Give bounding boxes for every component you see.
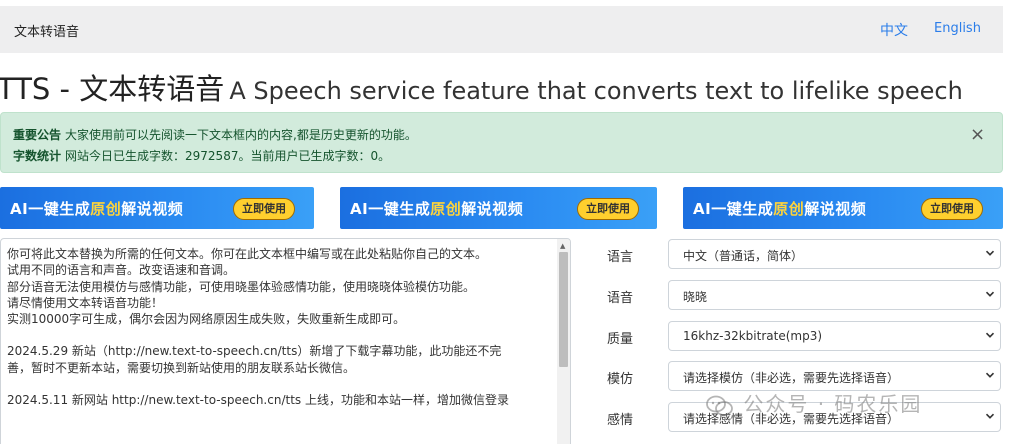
lang-link-chinese[interactable]: 中文 (880, 20, 908, 40)
banner-text-after: 解说视频 (804, 200, 867, 218)
banner-text-highlight: 原创 (90, 200, 122, 218)
text-line: 2024.5.29 新站（http://new.text-to-speech.c… (7, 344, 502, 359)
banner-text-before: AI一键生成 (350, 200, 431, 218)
text-area-scrollbar[interactable]: ▲ (557, 239, 570, 444)
banner-text-after: 解说视频 (121, 200, 184, 218)
lang-link-english[interactable]: English (934, 21, 981, 36)
banner-use-now-button[interactable]: 立即使用 (577, 198, 639, 220)
imitation-label: 模仿 (606, 372, 633, 387)
page-title: TTS - 文本转语音 A Speech service feature tha… (0, 68, 963, 115)
text-line: 试用不同的语言和声音。改变语速和音调。 (7, 263, 236, 278)
text-input-content[interactable]: 你可将此文本替换为所需的任何文本。你可在此文本框中编写或在此处粘贴你自己的文本。… (7, 246, 552, 408)
alert-stats-row: 字数统计 网站今日已生成字数：2972587。当前用户已生成字数：0。 (13, 147, 390, 164)
banner-text: AI一键生成原创解说视频 (693, 198, 866, 219)
imitation-select-value: 请选择模仿（非必选，需要先选择语音） (683, 371, 900, 385)
alert-stats-text: 网站今日已生成字数：2972587。当前用户已生成字数：0。 (65, 149, 391, 163)
voice-select-value: 晓晓 (683, 290, 708, 304)
banner-text-highlight: 原创 (430, 200, 462, 218)
language-select-value: 中文（普通话，简体） (683, 249, 804, 263)
navbar: 文本转语音 中文 English (0, 6, 1003, 53)
banner-text: AI一键生成原创解说视频 (350, 198, 523, 219)
text-line: 部分语音无法使用模仿与感情功能，可使用晓墨体验感情功能，使用晓晓体验模仿功能。 (7, 279, 476, 294)
text-line: 你可将此文本替换为所需的任何文本。你可在此文本框中编写或在此处粘贴你自己的文本。 (7, 247, 488, 261)
text-input-area[interactable]: 你可将此文本替换为所需的任何文本。你可在此文本框中编写或在此处粘贴你自己的文本。… (0, 238, 571, 444)
chevron-down-icon (985, 291, 995, 297)
banner-text-before: AI一键生成 (10, 200, 91, 218)
quality-label: 质量 (606, 332, 633, 347)
banner-use-now-button[interactable]: 立即使用 (921, 198, 983, 220)
ad-banner-1[interactable]: AI一键生成原创解说视频 立即使用 (0, 187, 314, 229)
chevron-down-icon (985, 250, 995, 256)
announcement-alert: 重要公告 大家使用前可以先阅读一下文本框内的内容,都是历史更新的功能。 字数统计网… (0, 112, 1003, 173)
page-title-subtitle: A Speech service feature that converts t… (229, 77, 963, 105)
ad-banner-2[interactable]: AI一键生成原创解说视频 立即使用 (340, 187, 657, 229)
emotion-label: 感情 (606, 413, 633, 428)
alert-stats-label: 字数统计 (13, 149, 62, 163)
banner-text-before: AI一键生成 (693, 200, 774, 218)
alert-close-button[interactable]: × (970, 125, 985, 145)
chevron-down-icon (985, 413, 995, 419)
text-line-blank (7, 327, 552, 343)
voice-select[interactable]: 晓晓 (668, 280, 1001, 310)
text-line: 善，暂时不更新本站，需要切换到新站使用的朋友联系站长微信。 (7, 360, 356, 375)
chevron-down-icon (985, 372, 995, 378)
scrollbar-thumb[interactable] (559, 252, 568, 367)
scroll-up-arrow-icon[interactable]: ▲ (560, 242, 565, 250)
language-select[interactable]: 中文（普通话，简体） (668, 239, 1001, 269)
watermark-text: 公众号 · 码农乐园 (743, 392, 923, 416)
watermark: 公众号 · 码农乐园 (705, 388, 922, 418)
imitation-select[interactable]: 请选择模仿（非必选，需要先选择语音） (668, 361, 1001, 391)
text-line-blank (7, 376, 552, 392)
alert-notice-label: 重要公告 (13, 128, 62, 142)
text-line: 2024.5.11 新网站 http://new.text-to-speech.… (7, 393, 509, 408)
quality-select[interactable]: 16khz-32kbitrate(mp3) (668, 321, 1001, 351)
alert-notice-row: 重要公告 大家使用前可以先阅读一下文本框内的内容,都是历史更新的功能。 (13, 126, 417, 143)
text-line: 请尽情使用文本转语音功能！ (7, 295, 164, 310)
quality-select-value: 16khz-32kbitrate(mp3) (683, 329, 823, 343)
banner-text-highlight: 原创 (773, 200, 805, 218)
text-line: 实测10000字可生成，偶尔会因为网络原因生成失败，失败重新生成即可。 (7, 312, 406, 327)
language-label: 语言 (606, 250, 633, 265)
page-title-main: TTS - 文本转语音 (0, 72, 225, 106)
banner-text: AI一键生成原创解说视频 (10, 198, 183, 219)
wechat-icon (706, 395, 733, 416)
banner-text-after: 解说视频 (461, 200, 524, 218)
alert-notice-text: 大家使用前可以先阅读一下文本框内的内容,都是历史更新的功能。 (65, 128, 417, 142)
navbar-brand[interactable]: 文本转语音 (14, 21, 79, 40)
chevron-down-icon (985, 332, 995, 338)
ad-banner-3[interactable]: AI一键生成原创解说视频 立即使用 (683, 187, 1003, 229)
voice-label: 语音 (606, 291, 633, 306)
banner-use-now-button[interactable]: 立即使用 (233, 198, 295, 220)
